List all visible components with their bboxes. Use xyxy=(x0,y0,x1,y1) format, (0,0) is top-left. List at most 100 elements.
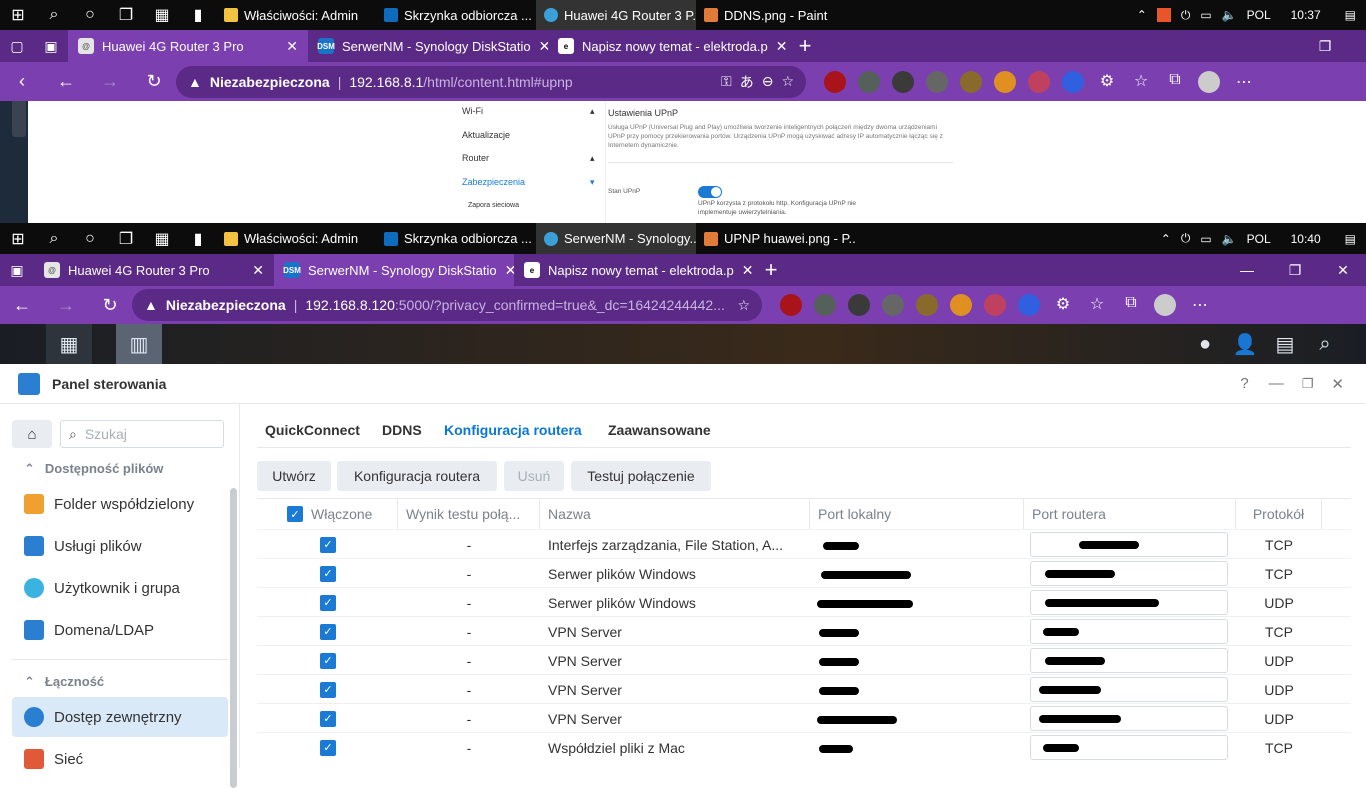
enabled-checkbox[interactable]: ✓ xyxy=(320,536,336,553)
close-window-icon[interactable]: ✕ xyxy=(1326,262,1360,279)
enabled-checkbox[interactable]: ✓ xyxy=(320,739,336,756)
taskbar-app[interactable]: Huawei 4G Router 3 P... xyxy=(536,0,696,30)
enabled-checkbox[interactable]: ✓ xyxy=(320,681,336,698)
table-row[interactable]: ✓ - VPN Server TCP xyxy=(257,616,1351,645)
extension-icon[interactable] xyxy=(1062,70,1084,93)
cortana-icon[interactable]: ○ xyxy=(72,0,108,30)
router-port-input[interactable] xyxy=(1030,532,1228,557)
table-row[interactable]: ✓ - Interfejs zarządzania, File Station, A… xyxy=(257,529,1351,558)
extension-icon[interactable] xyxy=(892,70,914,93)
column-header-test-result[interactable]: Wynik testu połą... xyxy=(398,499,540,529)
test-connection-button[interactable]: Testuj połączenie xyxy=(571,461,711,491)
sidebar-scrollbar[interactable] xyxy=(230,488,237,788)
tab-actions-icon[interactable]: ▣ xyxy=(0,262,34,279)
restore-icon[interactable]: ❐ xyxy=(1308,38,1342,55)
chevron-up-icon[interactable]: ▴ xyxy=(590,153,595,164)
forward-icon[interactable]: → xyxy=(88,71,132,92)
collections-icon[interactable]: ⧉ xyxy=(1120,294,1142,316)
extension-icon[interactable] xyxy=(858,70,880,93)
extension-icon[interactable] xyxy=(994,70,1016,93)
favorite-add-icon[interactable]: ☆ xyxy=(781,73,794,90)
group-file-access[interactable]: ⌃ Dostępność plików xyxy=(24,461,163,477)
search-icon[interactable]: ⌕ xyxy=(36,0,72,30)
create-button[interactable]: Utwórz xyxy=(257,461,331,491)
router-nav-updates[interactable]: Aktualizacje xyxy=(462,130,510,140)
router-port-input[interactable] xyxy=(1030,677,1228,702)
zoom-icon[interactable]: ⊖ xyxy=(762,73,774,90)
router-port-input[interactable] xyxy=(1030,590,1228,615)
sidebar-item-shared-folder[interactable]: Folder współdzielony xyxy=(12,484,228,524)
router-port-input[interactable] xyxy=(1030,735,1228,760)
extension-icon[interactable] xyxy=(984,294,1006,316)
extensions-icon[interactable]: ⚙ xyxy=(1052,294,1074,316)
taskbar-app[interactable]: Skrzynka odbiorcza ... xyxy=(376,223,536,254)
url-bar[interactable]: ▲ Niezabezpieczona | 192.168.8.120:5000/… xyxy=(132,289,762,321)
sidebar-toggle-icon[interactable]: ‹ xyxy=(0,71,44,92)
tab-actions-icon[interactable]: ▣ xyxy=(34,38,68,55)
browser-tab[interactable]: e Napisz nowy temat - elektroda.p ✕ xyxy=(548,30,788,62)
chevron-up-icon[interactable]: ▴ xyxy=(590,106,595,117)
table-row[interactable]: ✓ - Serwer plików Windows UDP xyxy=(257,587,1351,616)
restore-icon[interactable]: ❐ xyxy=(1278,262,1312,279)
enabled-checkbox[interactable]: ✓ xyxy=(320,623,336,640)
sidebar-item-external-access[interactable]: Dostęp zewnętrzny xyxy=(12,697,228,737)
browser-tab[interactable]: @ Huawei 4G Router 3 Pro ✕ xyxy=(34,254,274,286)
scroll-handle[interactable] xyxy=(12,101,26,137)
more-icon[interactable]: ⋯ xyxy=(1236,72,1252,92)
table-row[interactable]: ✓ - VPN Server UDP xyxy=(257,703,1351,732)
sidebar-item-domain-ldap[interactable]: Domena/LDAP xyxy=(12,610,228,650)
search-icon[interactable]: ⌕ xyxy=(1302,324,1348,364)
volume-icon[interactable]: 🔈 xyxy=(1222,232,1237,246)
delete-button[interactable]: Usuń xyxy=(504,461,564,491)
search-input[interactable]: ⌕ Szukaj xyxy=(60,420,224,448)
close-tab-icon[interactable]: ✕ xyxy=(252,262,264,279)
pinned-app-icon[interactable]: ▮ xyxy=(180,223,216,254)
help-icon[interactable]: ? xyxy=(1240,375,1248,392)
chevron-down-icon[interactable]: ▾ xyxy=(590,177,595,188)
more-icon[interactable]: ⋯ xyxy=(1192,295,1208,315)
chevron-up-icon[interactable]: ⌃ xyxy=(1161,232,1171,246)
network-icon[interactable]: ▭ xyxy=(1200,8,1211,22)
tab-quickconnect[interactable]: QuickConnect xyxy=(265,422,360,438)
store-icon[interactable]: ▦ xyxy=(144,223,180,254)
favorites-icon[interactable]: ☆ xyxy=(1130,71,1152,93)
windows-start-icon[interactable]: ⊞ xyxy=(0,0,36,30)
favorite-add-icon[interactable]: ☆ xyxy=(737,297,750,314)
taskbar-app[interactable]: Skrzynka odbiorcza ... xyxy=(376,0,536,30)
extension-icon[interactable] xyxy=(1028,70,1050,93)
ublock-icon[interactable] xyxy=(780,294,802,316)
column-header-enabled[interactable]: ✓ Włączone xyxy=(257,499,398,529)
extension-icon[interactable] xyxy=(882,294,904,316)
extension-icon[interactable] xyxy=(848,294,870,316)
extension-icon[interactable] xyxy=(960,70,982,93)
language-indicator[interactable]: POL xyxy=(1247,8,1271,22)
extension-icon[interactable] xyxy=(916,294,938,316)
tab-router-config[interactable]: Konfiguracja routera xyxy=(444,422,582,438)
tray-app-icon[interactable] xyxy=(1156,8,1171,22)
windows-start-icon[interactable]: ⊞ xyxy=(0,223,36,254)
browser-tab[interactable]: e Napisz nowy temat - elektroda.p ✕ xyxy=(514,254,754,286)
enabled-checkbox[interactable]: ✓ xyxy=(320,594,336,611)
enabled-checkbox[interactable]: ✓ xyxy=(320,652,336,669)
clock[interactable]: 10:40 xyxy=(1291,232,1321,246)
enabled-checkbox[interactable]: ✓ xyxy=(320,565,336,582)
forward-icon[interactable]: → xyxy=(44,295,88,316)
select-all-checkbox[interactable]: ✓ xyxy=(287,506,303,522)
tab-advanced[interactable]: Zaawansowane xyxy=(608,422,711,438)
search-icon[interactable]: ⌕ xyxy=(36,223,72,254)
extension-icon[interactable] xyxy=(1018,294,1040,316)
minimize-icon[interactable]: — xyxy=(1269,375,1284,392)
network-icon[interactable]: ▭ xyxy=(1200,232,1211,246)
control-panel-icon[interactable]: ▥ xyxy=(116,324,162,364)
minimize-icon[interactable]: — xyxy=(1230,262,1264,278)
taskbar-app[interactable]: DDNS.png - Paint xyxy=(696,0,856,30)
router-nav-firewall[interactable]: Zapora sieciowa xyxy=(468,202,519,209)
taskbar-app[interactable]: UPNP huawei.png - P... xyxy=(696,223,856,254)
extension-icon[interactable] xyxy=(950,294,972,316)
router-nav-security[interactable]: Zabezpieczenia xyxy=(462,177,525,187)
browser-tab[interactable]: @ Huawei 4G Router 3 Pro ✕ xyxy=(68,30,308,62)
back-icon[interactable]: ← xyxy=(44,71,88,92)
table-row[interactable]: ✓ - VPN Server UDP xyxy=(257,645,1351,674)
ublock-icon[interactable] xyxy=(824,70,846,93)
power-icon[interactable]: ⏻ xyxy=(1181,231,1191,246)
